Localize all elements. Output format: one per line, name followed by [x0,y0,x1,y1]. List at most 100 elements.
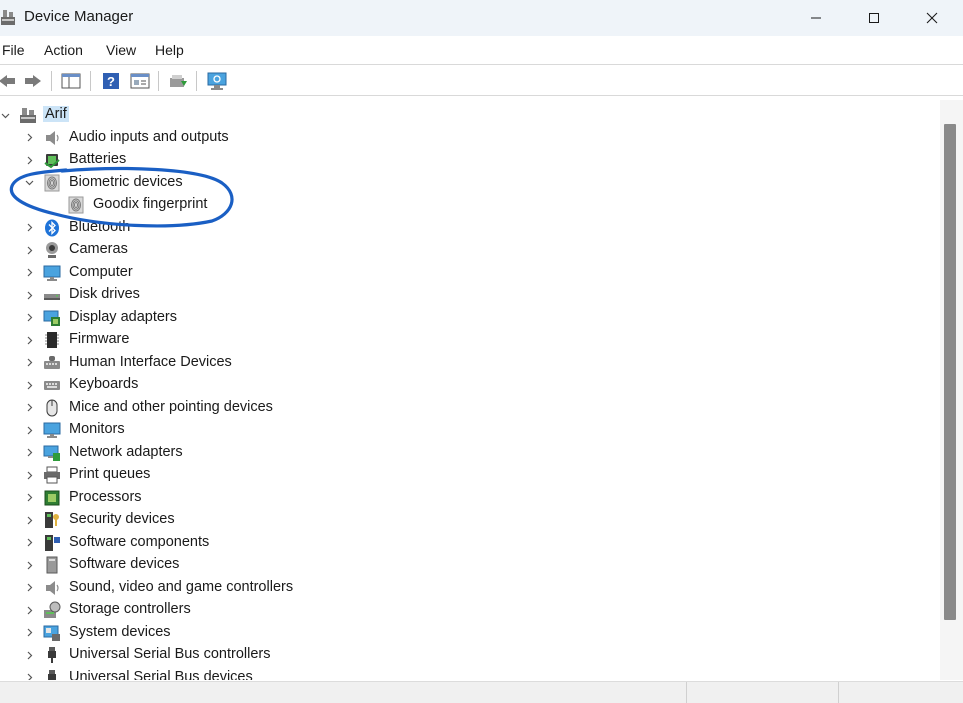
scrollbar-thumb[interactable] [944,124,956,620]
tree-root-arif[interactable]: Arif [0,104,940,126]
tree-category-label: Cameras [69,241,128,257]
network-adapter-icon [43,445,60,461]
chevron-right-icon[interactable] [24,333,34,347]
chevron-right-icon[interactable] [24,401,34,415]
svg-text:?: ? [107,74,115,89]
update-driver-button[interactable] [167,70,189,92]
software-component-icon [45,534,60,551]
tree-category-label: Network adapters [69,443,183,460]
chevron-right-icon[interactable] [24,626,34,640]
tree-category-software-components[interactable]: Software components [0,532,940,554]
battery-icon [44,154,60,169]
chevron-down-icon[interactable] [0,108,10,122]
menu-bar: File Action View Help [0,36,963,64]
tree-category-storage-controllers[interactable]: Storage controllers [0,599,940,621]
menu-help[interactable]: Help [155,42,184,58]
tree-category-sound-video-and-game-controllers[interactable]: Sound, video and game controllers [0,577,940,599]
camera-icon [46,242,58,258]
chevron-right-icon[interactable] [24,603,34,617]
chevron-right-icon[interactable] [24,221,34,235]
tree-category-keyboards[interactable]: Keyboards [0,374,940,396]
tree-category-universal-serial-bus-devices[interactable]: Universal Serial Bus devices [0,667,940,680]
vertical-scrollbar[interactable] [940,100,963,680]
chevron-right-icon[interactable] [24,311,34,325]
menu-action[interactable]: Action [44,42,83,58]
tree-category-label: Bluetooth [69,218,131,235]
tree-category-display-adapters[interactable]: Display adapters [0,307,940,329]
forward-button[interactable] [22,70,44,92]
chevron-right-icon[interactable] [24,513,34,527]
tree-category-universal-serial-bus-controllers[interactable]: Universal Serial Bus controllers [0,644,940,666]
chevron-right-icon[interactable] [24,153,34,167]
chevron-right-icon[interactable] [24,558,34,572]
chevron-down-icon[interactable] [24,176,34,190]
chevron-right-icon[interactable] [24,468,34,482]
chevron-right-icon[interactable] [24,581,34,595]
chevron-right-icon[interactable] [24,536,34,550]
back-button[interactable] [0,70,18,92]
chevron-right-icon[interactable] [24,266,34,280]
chevron-right-icon[interactable] [24,356,34,370]
storage-controller-icon [44,601,61,618]
close-button[interactable] [903,0,961,36]
fingerprint-icon [44,174,60,191]
chevron-right-icon[interactable] [24,131,34,145]
tree-category-print-queues[interactable]: Print queues [0,464,940,486]
menu-file[interactable]: File [2,42,25,58]
tree-category-security-devices[interactable]: Security devices [0,509,940,531]
tree-root-label: Arif [43,106,69,122]
tree-category-software-devices[interactable]: Software devices [0,554,940,576]
tree-category-computer[interactable]: Computer [0,262,940,284]
tree-category-biometric-devices[interactable]: Biometric devices [0,172,940,194]
toolbar: ? [0,64,963,96]
chevron-right-icon[interactable] [24,491,34,505]
chevron-right-icon[interactable] [24,671,34,680]
tree-category-cameras[interactable]: Cameras [0,239,940,261]
printer-icon [44,466,60,484]
tree-category-processors[interactable]: Processors [0,487,940,509]
tree-category-disk-drives[interactable]: Disk drives [0,284,940,306]
chevron-right-icon[interactable] [24,423,34,437]
tree-category-system-devices[interactable]: System devices [0,622,940,644]
minimize-button[interactable] [787,0,845,36]
tree-category-label: Print queues [69,466,151,482]
toolbar-separator [90,71,91,91]
tree-category-label: Batteries [69,151,127,167]
tree-category-label: System devices [69,623,171,640]
tree-device-label: Goodix fingerprint [93,196,208,212]
tree-category-label: Monitors [69,421,125,437]
speaker-icon [46,580,59,595]
scan-hardware-button[interactable] [206,70,228,92]
tree-category-audio-inputs-and-outputs[interactable]: Audio inputs and outputs [0,127,940,149]
tree-category-label: Human Interface Devices [69,353,232,370]
chevron-right-icon[interactable] [24,243,34,257]
help-button[interactable]: ? [100,70,122,92]
device-tree[interactable]: Arif Audio inputs and outputs Batteries Bio… [0,100,940,680]
chevron-right-icon[interactable] [24,648,34,662]
forward-icon [25,75,41,87]
tree-category-firmware[interactable]: Firmware [0,329,940,351]
tree-category-bluetooth[interactable]: Bluetooth [0,217,940,239]
status-cell [838,682,963,703]
properties-button[interactable] [129,70,151,92]
tree-category-label: Universal Serial Bus controllers [69,646,271,662]
disk-drive-icon [44,294,60,300]
monitor-icon [43,422,61,438]
tree-category-monitors[interactable]: Monitors [0,419,940,441]
chevron-right-icon[interactable] [24,378,34,392]
chevron-right-icon[interactable] [24,446,34,460]
tree-category-label: Security devices [69,511,175,527]
tree-category-human-interface-devices[interactable]: Human Interface Devices [0,352,940,374]
display-adapter-icon [43,310,60,326]
chevron-right-icon[interactable] [24,288,34,302]
keyboard-icon [44,381,60,390]
tree-device-goodix-fingerprint[interactable]: Goodix fingerprint [0,194,940,216]
show-hide-console-tree-button[interactable] [60,70,82,92]
tree-category-mice-and-other-pointing-devices[interactable]: Mice and other pointing devices [0,397,940,419]
tree-category-batteries[interactable]: Batteries [0,149,940,171]
tree-category-network-adapters[interactable]: Network adapters [0,442,940,464]
maximize-button[interactable] [845,0,903,36]
computer-icon [20,108,36,123]
menu-view[interactable]: View [106,42,136,58]
toolbar-separator [51,71,52,91]
